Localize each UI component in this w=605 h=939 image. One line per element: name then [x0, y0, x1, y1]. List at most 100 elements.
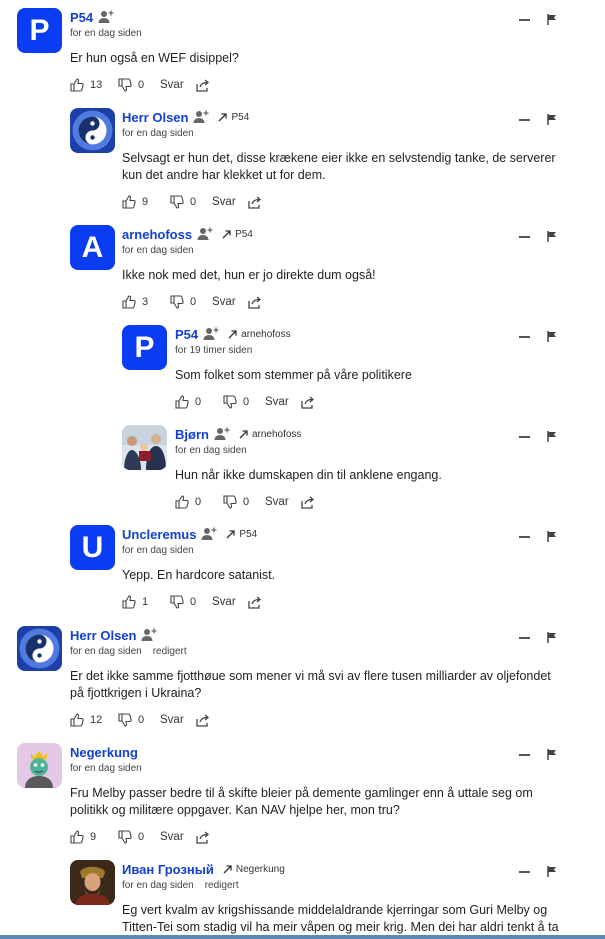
- collapse-button[interactable]: [519, 870, 530, 873]
- follow-user-icon[interactable]: [201, 527, 217, 541]
- reply-button[interactable]: Svar: [212, 196, 236, 208]
- collapse-button[interactable]: [519, 535, 530, 538]
- like-button[interactable]: 12: [70, 713, 118, 727]
- like-button[interactable]: 13: [70, 78, 118, 92]
- like-button[interactable]: 3: [122, 295, 170, 309]
- flag-icon[interactable]: [547, 632, 557, 643]
- author-name[interactable]: Иван Грозный: [122, 862, 214, 877]
- collapse-button[interactable]: [519, 18, 530, 21]
- like-count: 0: [195, 496, 202, 508]
- author-name[interactable]: P54: [70, 10, 93, 25]
- reply-to-indicator[interactable]: arnehofoss: [239, 429, 301, 440]
- share-icon[interactable]: [248, 296, 262, 309]
- follow-user-icon[interactable]: [197, 227, 213, 241]
- thumbs-down-icon: [118, 830, 132, 844]
- reply-to-indicator[interactable]: P54: [222, 229, 253, 240]
- collapse-button[interactable]: [519, 118, 530, 121]
- like-button[interactable]: 9: [122, 195, 170, 209]
- avatar[interactable]: U: [70, 525, 115, 570]
- author-name[interactable]: Bjørn: [175, 427, 209, 442]
- comment-text: Selvsagt er hun det, disse krækene eier …: [122, 151, 556, 182]
- collapse-button[interactable]: [519, 235, 530, 238]
- avatar[interactable]: [122, 425, 167, 470]
- comment-actions: 0 0 Svar: [175, 393, 575, 411]
- avatar[interactable]: [17, 743, 62, 788]
- flag-icon[interactable]: [547, 14, 557, 25]
- dislike-button[interactable]: 0: [223, 495, 265, 509]
- collapse-button[interactable]: [519, 636, 530, 639]
- comment-text: Fru Melby passer bedre til å skifte blei…: [70, 786, 533, 817]
- avatar[interactable]: [70, 860, 115, 905]
- timestamp: for en dag siden: [175, 445, 247, 456]
- avatar[interactable]: [70, 108, 115, 153]
- flag-icon[interactable]: [547, 866, 557, 877]
- follow-user-icon[interactable]: [214, 427, 230, 441]
- dislike-button[interactable]: 0: [223, 395, 265, 409]
- like-button[interactable]: 9: [70, 830, 118, 844]
- avatar[interactable]: P: [122, 325, 167, 370]
- like-button[interactable]: 0: [175, 395, 223, 409]
- author-name[interactable]: Negerkung: [70, 745, 138, 760]
- reply-to-indicator[interactable]: arnehofoss: [228, 329, 291, 340]
- like-button[interactable]: 0: [175, 495, 223, 509]
- dislike-button[interactable]: 0: [170, 295, 212, 309]
- reply-button[interactable]: Svar: [160, 831, 184, 843]
- reply-button[interactable]: Svar: [265, 496, 289, 508]
- author-name[interactable]: P54: [175, 327, 198, 342]
- dislike-button[interactable]: 0: [118, 78, 160, 92]
- reply-button[interactable]: Svar: [160, 79, 184, 91]
- reply-button[interactable]: Svar: [160, 714, 184, 726]
- flag-icon[interactable]: [547, 749, 557, 760]
- like-button[interactable]: 1: [122, 595, 170, 609]
- follow-user-icon[interactable]: [193, 110, 209, 124]
- author-name[interactable]: Herr Olsen: [122, 110, 188, 125]
- share-icon[interactable]: [248, 196, 262, 209]
- flag-icon[interactable]: [547, 531, 557, 542]
- avatar[interactable]: P: [17, 8, 62, 53]
- people-photo-icon: [122, 425, 167, 470]
- reply-to-indicator[interactable]: Negerkung: [223, 864, 285, 875]
- share-icon[interactable]: [301, 496, 315, 509]
- comment: Иван Грозный Negerkung for en dag siden r…: [0, 860, 605, 939]
- flag-icon[interactable]: [547, 231, 557, 242]
- comment-text: Er det ikke samme fjotthøue som mener vi…: [70, 669, 551, 700]
- dislike-count: 0: [243, 396, 250, 408]
- share-icon[interactable]: [248, 596, 262, 609]
- author-name[interactable]: arnehofoss: [122, 227, 192, 242]
- reply-button[interactable]: Svar: [212, 596, 236, 608]
- flag-icon[interactable]: [547, 431, 557, 442]
- share-icon[interactable]: [196, 714, 210, 727]
- follow-user-icon[interactable]: [203, 327, 219, 341]
- dislike-button[interactable]: 0: [170, 595, 212, 609]
- reply-to-indicator[interactable]: P54: [226, 529, 257, 540]
- dislike-button[interactable]: 0: [118, 713, 160, 727]
- flag-icon[interactable]: [547, 331, 557, 342]
- collapse-button[interactable]: [519, 435, 530, 438]
- collapse-button[interactable]: [519, 335, 530, 338]
- author-name[interactable]: Herr Olsen: [70, 628, 136, 643]
- share-icon[interactable]: [196, 79, 210, 92]
- flag-icon[interactable]: [547, 114, 557, 125]
- dislike-count: 0: [190, 196, 197, 208]
- collapse-button[interactable]: [519, 753, 530, 756]
- like-count: 1: [142, 596, 149, 608]
- reply-to-indicator[interactable]: P54: [218, 112, 249, 123]
- reply-button[interactable]: Svar: [265, 396, 289, 408]
- share-icon[interactable]: [196, 831, 210, 844]
- share-icon[interactable]: [301, 396, 315, 409]
- avatar[interactable]: [17, 626, 62, 671]
- edited-label: redigert: [204, 880, 239, 891]
- dislike-button[interactable]: 0: [170, 195, 212, 209]
- thumbs-up-icon: [122, 595, 136, 609]
- dislike-button[interactable]: 0: [118, 830, 160, 844]
- follow-user-icon[interactable]: [141, 628, 157, 642]
- portrait-icon: [70, 860, 115, 905]
- follow-user-icon[interactable]: [98, 10, 114, 24]
- thumbs-down-icon: [170, 295, 184, 309]
- comment: P P54 arnehofoss for 19 timer siden Som …: [0, 325, 605, 419]
- timestamp: for en dag siden: [122, 545, 194, 556]
- avatar[interactable]: A: [70, 225, 115, 270]
- reply-button[interactable]: Svar: [212, 296, 236, 308]
- author-name[interactable]: Uncleremus: [122, 527, 196, 542]
- dislike-count: 0: [190, 596, 197, 608]
